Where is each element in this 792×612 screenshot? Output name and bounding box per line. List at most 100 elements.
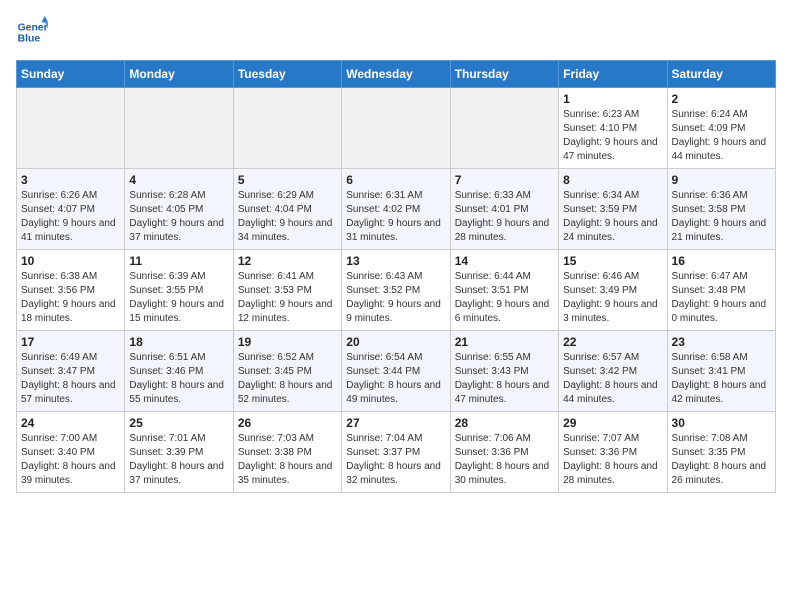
day-info: Sunrise: 7:00 AM Sunset: 3:40 PM Dayligh… [21, 432, 120, 488]
day-info: Sunrise: 6:28 AM Sunset: 4:05 PM Dayligh… [129, 189, 228, 245]
day-info: Sunrise: 6:58 AM Sunset: 3:41 PM Dayligh… [672, 351, 771, 407]
day-number: 16 [672, 254, 771, 268]
day-number: 28 [455, 416, 554, 430]
calendar-cell: 26 Sunrise: 7:03 AM Sunset: 3:38 PM Dayli… [233, 412, 341, 493]
day-info: Sunrise: 7:03 AM Sunset: 3:38 PM Dayligh… [238, 432, 337, 488]
day-info: Sunrise: 6:24 AM Sunset: 4:09 PM Dayligh… [672, 108, 771, 164]
calendar-cell: 15Sunrise: 6:46 AM Sunset: 3:49 PM Dayli… [559, 250, 667, 331]
weekday-header-tuesday: Tuesday [233, 61, 341, 88]
day-info: Sunrise: 6:57 AM Sunset: 3:42 PM Dayligh… [563, 351, 662, 407]
day-info: Sunrise: 6:36 AM Sunset: 3:58 PM Dayligh… [672, 189, 771, 245]
calendar-cell: 27 Sunrise: 7:04 AM Sunset: 3:37 PM Dayli… [342, 412, 450, 493]
day-number: 5 [238, 173, 337, 187]
weekday-header-saturday: Saturday [667, 61, 775, 88]
day-info: Sunrise: 6:43 AM Sunset: 3:52 PM Dayligh… [346, 270, 445, 326]
calendar-cell [17, 88, 125, 169]
weekday-header-wednesday: Wednesday [342, 61, 450, 88]
day-number: 26 [238, 416, 337, 430]
day-info: Sunrise: 6:31 AM Sunset: 4:02 PM Dayligh… [346, 189, 445, 245]
calendar-week-1: 1 Sunrise: 6:23 AM Sunset: 4:10 PM Daylig… [17, 88, 776, 169]
day-info: Sunrise: 6:44 AM Sunset: 3:51 PM Dayligh… [455, 270, 554, 326]
calendar-cell: 17Sunrise: 6:49 AM Sunset: 3:47 PM Dayli… [17, 331, 125, 412]
day-number: 10 [21, 254, 120, 268]
day-info: Sunrise: 6:38 AM Sunset: 3:56 PM Dayligh… [21, 270, 120, 326]
calendar-cell: 23Sunrise: 6:58 AM Sunset: 3:41 PM Dayli… [667, 331, 775, 412]
day-number: 15 [563, 254, 662, 268]
day-number: 6 [346, 173, 445, 187]
day-info: Sunrise: 6:33 AM Sunset: 4:01 PM Dayligh… [455, 189, 554, 245]
day-number: 8 [563, 173, 662, 187]
calendar-cell: 2Sunrise: 6:24 AM Sunset: 4:09 PM Daylig… [667, 88, 775, 169]
calendar-table: SundayMondayTuesdayWednesdayThursdayFrid… [16, 60, 776, 493]
calendar-cell: 22 Sunrise: 6:57 AM Sunset: 3:42 PM Dayli… [559, 331, 667, 412]
day-info: Sunrise: 7:06 AM Sunset: 3:36 PM Dayligh… [455, 432, 554, 488]
weekday-header-monday: Monday [125, 61, 233, 88]
day-info: Sunrise: 6:23 AM Sunset: 4:10 PM Dayligh… [563, 108, 662, 164]
calendar-cell [233, 88, 341, 169]
day-number: 12 [238, 254, 337, 268]
day-number: 13 [346, 254, 445, 268]
day-info: Sunrise: 6:34 AM Sunset: 3:59 PM Dayligh… [563, 189, 662, 245]
day-number: 1 [563, 92, 662, 106]
calendar-cell: 6 Sunrise: 6:31 AM Sunset: 4:02 PM Daylig… [342, 169, 450, 250]
weekday-header-friday: Friday [559, 61, 667, 88]
calendar-cell: 9 Sunrise: 6:36 AM Sunset: 3:58 PM Daylig… [667, 169, 775, 250]
day-number: 21 [455, 335, 554, 349]
day-info: Sunrise: 6:41 AM Sunset: 3:53 PM Dayligh… [238, 270, 337, 326]
day-info: Sunrise: 6:52 AM Sunset: 3:45 PM Dayligh… [238, 351, 337, 407]
day-number: 20 [346, 335, 445, 349]
day-number: 3 [21, 173, 120, 187]
day-number: 4 [129, 173, 228, 187]
calendar-cell: 7Sunrise: 6:33 AM Sunset: 4:01 PM Daylig… [450, 169, 558, 250]
calendar-cell: 10 Sunrise: 6:38 AM Sunset: 3:56 PM Dayli… [17, 250, 125, 331]
day-number: 27 [346, 416, 445, 430]
calendar-cell: 4 Sunrise: 6:28 AM Sunset: 4:05 PM Daylig… [125, 169, 233, 250]
day-number: 9 [672, 173, 771, 187]
day-info: Sunrise: 6:39 AM Sunset: 3:55 PM Dayligh… [129, 270, 228, 326]
day-number: 18 [129, 335, 228, 349]
calendar-week-3: 10 Sunrise: 6:38 AM Sunset: 3:56 PM Dayli… [17, 250, 776, 331]
day-number: 29 [563, 416, 662, 430]
day-info: Sunrise: 7:04 AM Sunset: 3:37 PM Dayligh… [346, 432, 445, 488]
svg-text:Blue: Blue [18, 34, 41, 45]
calendar-cell: 24Sunrise: 7:00 AM Sunset: 3:40 PM Dayli… [17, 412, 125, 493]
day-number: 25 [129, 416, 228, 430]
calendar-cell: 1 Sunrise: 6:23 AM Sunset: 4:10 PM Daylig… [559, 88, 667, 169]
calendar-week-5: 24Sunrise: 7:00 AM Sunset: 3:40 PM Dayli… [17, 412, 776, 493]
calendar-cell: 19Sunrise: 6:52 AM Sunset: 3:45 PM Dayli… [233, 331, 341, 412]
calendar-cell: 20Sunrise: 6:54 AM Sunset: 3:44 PM Dayli… [342, 331, 450, 412]
calendar-cell [125, 88, 233, 169]
calendar-cell: 25 Sunrise: 7:01 AM Sunset: 3:39 PM Dayli… [125, 412, 233, 493]
day-info: Sunrise: 6:26 AM Sunset: 4:07 PM Dayligh… [21, 189, 120, 245]
calendar-cell: 13 Sunrise: 6:43 AM Sunset: 3:52 PM Dayli… [342, 250, 450, 331]
calendar-cell: 29 Sunrise: 7:07 AM Sunset: 3:36 PM Dayli… [559, 412, 667, 493]
calendar-cell: 28 Sunrise: 7:06 AM Sunset: 3:36 PM Dayli… [450, 412, 558, 493]
calendar-cell: 8 Sunrise: 6:34 AM Sunset: 3:59 PM Daylig… [559, 169, 667, 250]
day-info: Sunrise: 7:08 AM Sunset: 3:35 PM Dayligh… [672, 432, 771, 488]
calendar-cell: 18Sunrise: 6:51 AM Sunset: 3:46 PM Dayli… [125, 331, 233, 412]
top-bar: General Blue [16, 16, 776, 52]
day-info: Sunrise: 6:29 AM Sunset: 4:04 PM Dayligh… [238, 189, 337, 245]
calendar-cell [342, 88, 450, 169]
day-number: 14 [455, 254, 554, 268]
calendar-cell: 12 Sunrise: 6:41 AM Sunset: 3:53 PM Dayli… [233, 250, 341, 331]
day-info: Sunrise: 6:49 AM Sunset: 3:47 PM Dayligh… [21, 351, 120, 407]
calendar-cell: 30Sunrise: 7:08 AM Sunset: 3:35 PM Dayli… [667, 412, 775, 493]
weekday-header-row: SundayMondayTuesdayWednesdayThursdayFrid… [17, 61, 776, 88]
day-number: 11 [129, 254, 228, 268]
calendar-cell: 21 Sunrise: 6:55 AM Sunset: 3:43 PM Dayli… [450, 331, 558, 412]
calendar-cell: 14 Sunrise: 6:44 AM Sunset: 3:51 PM Dayli… [450, 250, 558, 331]
weekday-header-sunday: Sunday [17, 61, 125, 88]
calendar-week-2: 3 Sunrise: 6:26 AM Sunset: 4:07 PM Daylig… [17, 169, 776, 250]
svg-text:General: General [18, 22, 48, 33]
calendar-cell [450, 88, 558, 169]
day-number: 22 [563, 335, 662, 349]
day-info: Sunrise: 7:01 AM Sunset: 3:39 PM Dayligh… [129, 432, 228, 488]
day-info: Sunrise: 6:55 AM Sunset: 3:43 PM Dayligh… [455, 351, 554, 407]
day-info: Sunrise: 7:07 AM Sunset: 3:36 PM Dayligh… [563, 432, 662, 488]
day-info: Sunrise: 6:47 AM Sunset: 3:48 PM Dayligh… [672, 270, 771, 326]
calendar-cell: 11 Sunrise: 6:39 AM Sunset: 3:55 PM Dayli… [125, 250, 233, 331]
calendar-cell: 5 Sunrise: 6:29 AM Sunset: 4:04 PM Daylig… [233, 169, 341, 250]
general-blue-logo-icon: General Blue [16, 16, 48, 48]
calendar-week-4: 17Sunrise: 6:49 AM Sunset: 3:47 PM Dayli… [17, 331, 776, 412]
